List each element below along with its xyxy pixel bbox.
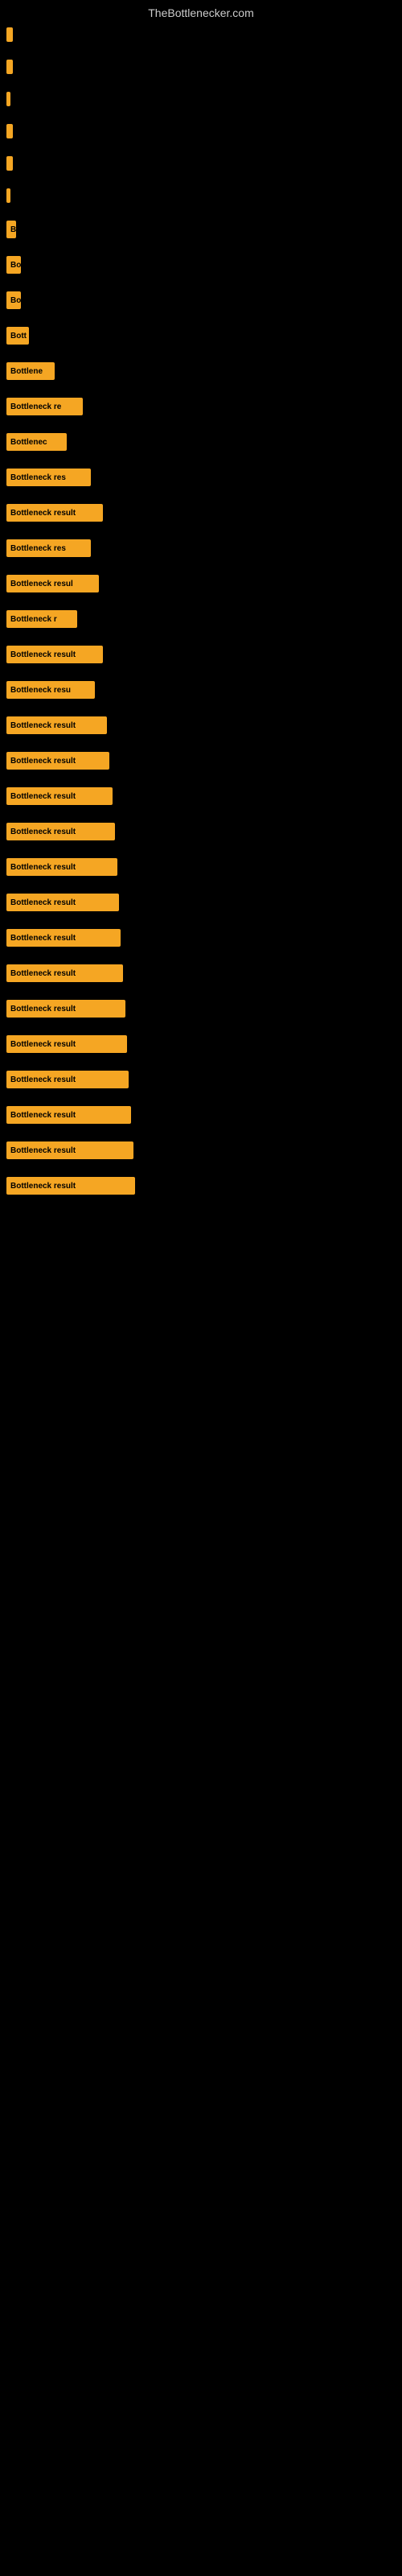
bar-row: Bottleneck result	[0, 889, 402, 916]
bar-fill	[6, 27, 13, 42]
bar-row	[0, 55, 402, 79]
bar-fill: Bottleneck result	[6, 716, 107, 734]
bar-fill: Bottleneck result	[6, 1035, 127, 1053]
bar-row: Bottleneck result	[0, 960, 402, 987]
bar-row: Bottleneck result	[0, 1030, 402, 1058]
bar-fill: Bottleneck result	[6, 823, 115, 840]
bar-row: Bo	[0, 251, 402, 279]
bar-row: Bottleneck result	[0, 747, 402, 774]
bar-fill: Bottleneck res	[6, 469, 91, 486]
bar-fill	[6, 60, 13, 74]
bar-fill: Bottleneck result	[6, 752, 109, 770]
bar-row: Bottleneck result	[0, 499, 402, 526]
bar-fill: Bo	[6, 291, 21, 309]
bar-fill: Bottleneck resu	[6, 681, 95, 699]
bar-row: Bottleneck resu	[0, 676, 402, 704]
bar-fill: Bottleneck result	[6, 504, 103, 522]
bar-fill: Bottleneck res	[6, 539, 91, 557]
bar-row	[0, 87, 402, 111]
bar-row: Bottleneck result	[0, 818, 402, 845]
bar-row	[0, 151, 402, 175]
bar-fill	[6, 188, 10, 203]
bar-row: Bottleneck result	[0, 853, 402, 881]
bar-row: Bottleneck result	[0, 995, 402, 1022]
bar-fill: Bottleneck result	[6, 964, 123, 982]
bar-row: Bottleneck res	[0, 464, 402, 491]
bar-fill	[6, 92, 10, 106]
bar-row: Bottlenec	[0, 428, 402, 456]
bar-fill: Bottleneck result	[6, 1106, 131, 1124]
bar-fill: Bott	[6, 327, 29, 345]
bar-fill: Bottleneck result	[6, 1071, 129, 1088]
bar-fill: Bottleneck result	[6, 1177, 135, 1195]
bar-row: Bottleneck result	[0, 924, 402, 952]
bar-row: B	[0, 216, 402, 243]
bar-fill: Bottlene	[6, 362, 55, 380]
site-title: TheBottlenecker.com	[0, 0, 402, 23]
bar-row: Bottlene	[0, 357, 402, 385]
bar-row	[0, 184, 402, 208]
bar-row: Bottleneck result	[0, 1066, 402, 1093]
bar-row: Bottleneck res	[0, 535, 402, 562]
bar-fill: Bottlenec	[6, 433, 67, 451]
bar-row: Bottleneck r	[0, 605, 402, 633]
bar-fill: Bottleneck resul	[6, 575, 99, 592]
bar-row: Bottleneck result	[0, 712, 402, 739]
bar-fill: Bo	[6, 256, 21, 274]
bar-fill: Bottleneck result	[6, 929, 121, 947]
bar-row: Bottleneck result	[0, 1137, 402, 1164]
bar-fill: Bottleneck result	[6, 646, 103, 663]
bar-fill: Bottleneck result	[6, 894, 119, 911]
bar-row: Bo	[0, 287, 402, 314]
bar-fill	[6, 124, 13, 138]
bar-fill: Bottleneck result	[6, 1000, 125, 1018]
bar-row: Bott	[0, 322, 402, 349]
bars-container: B Bo Bo Bott Bottlene Bottleneck re Bottlenec B…	[0, 23, 402, 1199]
bar-row: Bottleneck result	[0, 1101, 402, 1129]
bar-fill: Bottleneck r	[6, 610, 77, 628]
bar-row	[0, 119, 402, 143]
bar-row	[0, 23, 402, 47]
bar-row: Bottleneck result	[0, 641, 402, 668]
bar-row: Bottleneck re	[0, 393, 402, 420]
bar-fill: Bottleneck result	[6, 858, 117, 876]
bar-fill: Bottleneck result	[6, 1141, 133, 1159]
bar-row: Bottleneck result	[0, 782, 402, 810]
bar-fill	[6, 156, 13, 171]
bar-fill: Bottleneck re	[6, 398, 83, 415]
bar-row: Bottleneck result	[0, 1172, 402, 1199]
bar-fill: B	[6, 221, 16, 238]
bar-fill: Bottleneck result	[6, 787, 113, 805]
bar-row: Bottleneck resul	[0, 570, 402, 597]
